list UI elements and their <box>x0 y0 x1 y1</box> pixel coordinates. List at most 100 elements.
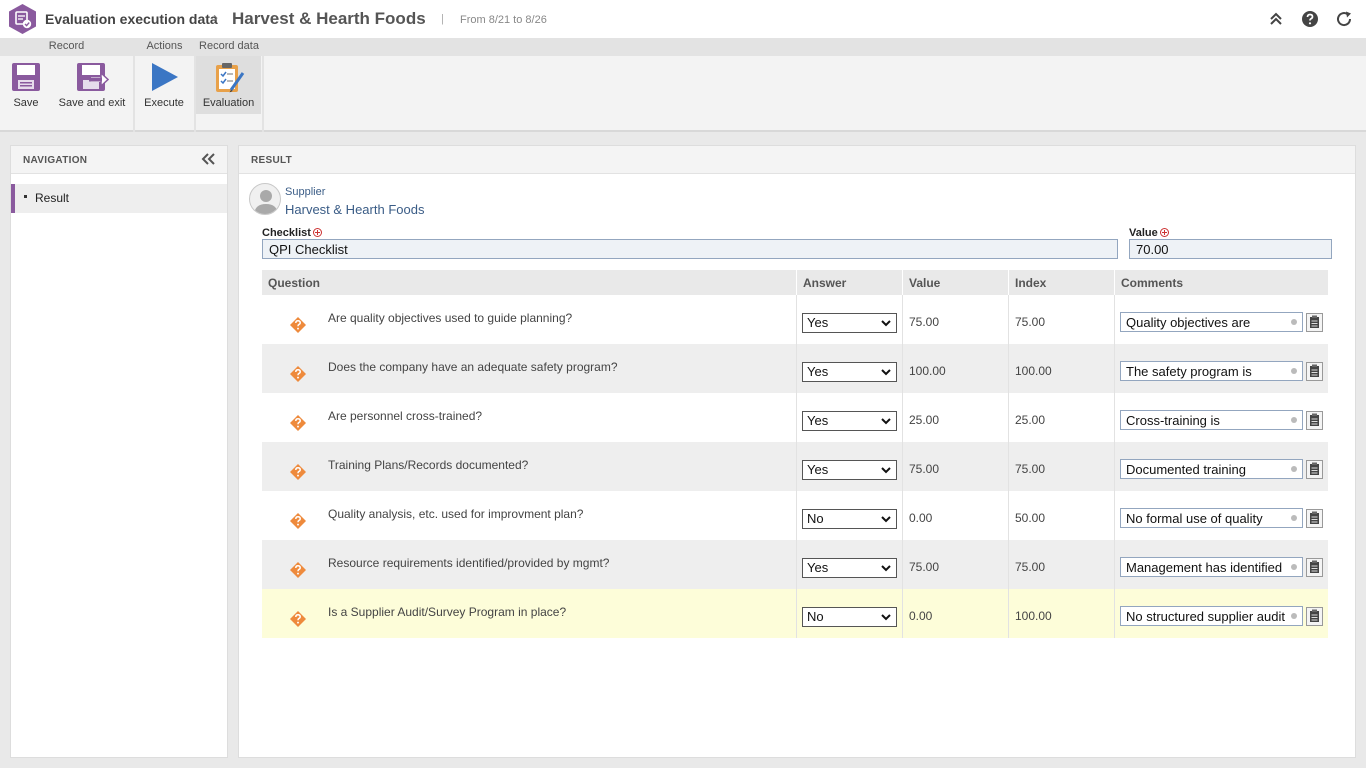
status-dot-icon <box>1291 466 1297 472</box>
table-body: Are quality objectives used to guide pla… <box>262 295 1328 638</box>
collapse-left-icon[interactable] <box>201 153 215 165</box>
comment-text: Documented training <box>1126 462 1246 477</box>
index-cell: 100.00 <box>1009 589 1115 638</box>
memo-icon <box>1310 315 1319 328</box>
nav-item-result[interactable]: Result <box>11 184 227 213</box>
comment-input[interactable]: Quality objectives are <box>1120 312 1303 332</box>
comment-memo-button[interactable] <box>1306 411 1323 430</box>
answer-value: Yes <box>807 462 829 477</box>
execute-label: Execute <box>144 97 184 109</box>
question-cell: Does the company have an adequate safety… <box>262 344 797 393</box>
answer-select[interactable]: Yes <box>802 460 897 480</box>
refresh-icon[interactable] <box>1335 10 1353 28</box>
save-and-exit-button[interactable]: Save and exit <box>54 56 130 114</box>
comment-input[interactable]: Documented training <box>1120 459 1303 479</box>
comment-input[interactable]: No structured supplier audit <box>1120 606 1303 626</box>
navigation-panel: NAVIGATION Result <box>10 145 228 758</box>
answer-cell: Yes <box>797 344 903 393</box>
comment-memo-button[interactable] <box>1306 313 1323 332</box>
answer-select[interactable]: No <box>802 509 897 529</box>
comment-input[interactable]: No formal use of quality <box>1120 508 1303 528</box>
comment-text: The safety program is <box>1126 364 1252 379</box>
question-diamond-icon <box>290 513 306 529</box>
question-diamond-icon <box>290 366 306 382</box>
required-icon <box>312 228 322 237</box>
question-text: Is a Supplier Audit/Survey Program in pl… <box>328 605 567 619</box>
comments-cell: No formal use of quality <box>1115 491 1328 540</box>
table-row: Are personnel cross-trained? Yes 25.00 2… <box>262 393 1328 442</box>
answer-value: Yes <box>807 315 829 330</box>
answer-select[interactable]: No <box>802 607 897 627</box>
answer-value: No <box>807 609 824 624</box>
value-cell: 0.00 <box>903 589 1009 638</box>
help-icon[interactable] <box>1301 10 1319 28</box>
checklist-field[interactable]: QPI Checklist <box>262 239 1118 259</box>
comment-text: No structured supplier audit <box>1126 609 1285 624</box>
execute-button[interactable]: Execute <box>139 56 189 114</box>
status-dot-icon <box>1291 368 1297 374</box>
answer-select[interactable]: Yes <box>802 411 897 431</box>
index-text: 100.00 <box>1015 364 1052 378</box>
answer-value: Yes <box>807 560 829 575</box>
save-exit-icon <box>77 63 109 91</box>
answer-select[interactable]: Yes <box>802 313 897 333</box>
navigation-title: NAVIGATION <box>23 155 88 166</box>
questions-table: Question Answer Value Index Comments Are… <box>262 270 1328 638</box>
comment-input[interactable]: The safety program is <box>1120 361 1303 381</box>
answer-select[interactable]: Yes <box>802 362 897 382</box>
memo-icon <box>1310 462 1319 475</box>
bullet-icon <box>24 195 27 199</box>
collapse-up-icon[interactable] <box>1267 10 1285 28</box>
save-button[interactable]: Save <box>6 56 46 114</box>
comment-memo-button[interactable] <box>1306 558 1323 577</box>
status-dot-icon <box>1291 564 1297 570</box>
app-logo-icon <box>9 4 36 34</box>
memo-icon <box>1310 413 1319 426</box>
question-text: Resource requirements identified/provide… <box>328 556 610 570</box>
comment-memo-button[interactable] <box>1306 509 1323 528</box>
column-header-question: Question <box>262 270 797 295</box>
memo-icon <box>1310 609 1319 622</box>
chevron-down-icon <box>881 320 891 327</box>
column-header-comments: Comments <box>1121 276 1184 290</box>
comment-input[interactable]: Management has identified <box>1120 557 1303 577</box>
breadcrumb-separator: › <box>213 9 218 26</box>
value-text: 75.00 <box>909 462 940 476</box>
result-title: RESULT <box>251 155 293 166</box>
table-row: Quality analysis, etc. used for improvme… <box>262 491 1328 540</box>
comment-memo-button[interactable] <box>1306 362 1323 381</box>
breadcrumb-parent[interactable]: Evaluation execution data <box>45 11 218 27</box>
index-cell: 50.00 <box>1009 491 1115 540</box>
table-header: Question Answer Value Index Comments <box>262 270 1328 295</box>
value-text: 100.00 <box>909 364 946 378</box>
evaluation-button[interactable]: Evaluation <box>196 56 261 114</box>
comment-memo-button[interactable] <box>1306 460 1323 479</box>
answer-select[interactable]: Yes <box>802 558 897 578</box>
chevron-down-icon <box>881 516 891 523</box>
comment-input[interactable]: Cross-training is <box>1120 410 1303 430</box>
value-text: 0.00 <box>909 609 933 623</box>
comments-cell: Management has identified <box>1115 540 1328 589</box>
column-header-answer: Answer <box>797 270 903 295</box>
comment-memo-button[interactable] <box>1306 607 1323 626</box>
question-cell: Are personnel cross-trained? <box>262 393 797 442</box>
supplier-name[interactable]: Harvest & Hearth Foods <box>285 202 424 217</box>
value-cell: 75.00 <box>903 540 1009 589</box>
user-silhouette-icon <box>254 190 278 214</box>
table-row: Does the company have an adequate safety… <box>262 344 1328 393</box>
chevron-down-icon <box>881 614 891 621</box>
ribbon-toolbar: Record Actions Record data Save Save and… <box>0 38 1366 132</box>
value-field[interactable]: 70.00 <box>1129 239 1332 259</box>
chevron-down-icon <box>881 565 891 572</box>
memo-icon <box>1310 560 1319 573</box>
group-separator <box>262 38 264 132</box>
memo-icon <box>1310 511 1319 524</box>
chevron-down-icon <box>881 369 891 376</box>
comments-cell: No structured supplier audit <box>1115 589 1328 638</box>
avatar <box>249 183 281 215</box>
page-title: Harvest & Hearth Foods <box>232 9 426 28</box>
column-header-value: Value <box>903 270 1009 295</box>
comment-text: No formal use of quality <box>1126 511 1263 526</box>
title-divider: | <box>441 13 444 25</box>
index-text: 50.00 <box>1015 511 1046 525</box>
